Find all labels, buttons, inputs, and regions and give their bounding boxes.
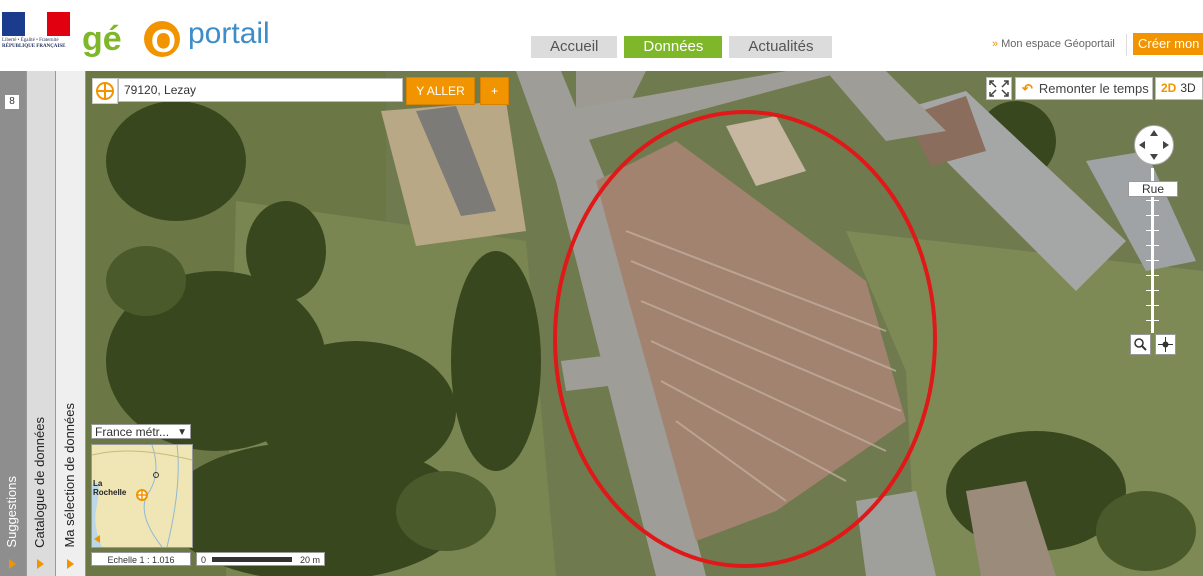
- logo-o: O: [151, 23, 176, 58]
- minimap-place-label: La: [93, 479, 103, 488]
- ma-selection-label: Ma sélection de données: [62, 403, 77, 548]
- mode-3d-button[interactable]: 3D: [1180, 81, 1195, 95]
- minimap-place-label: Rochelle: [93, 488, 127, 497]
- fullscreen-button[interactable]: [986, 77, 1012, 100]
- nav-accueil[interactable]: Accueil: [531, 36, 618, 58]
- geoportail-logo[interactable]: gé O portail: [82, 14, 302, 58]
- remonter-label: Remonter le temps: [1038, 81, 1149, 96]
- view-mode-switch: 2D 3D: [1155, 77, 1203, 100]
- header-divider: [1126, 34, 1127, 56]
- catalogue-label: Catalogue de données: [32, 417, 47, 548]
- nav-actualites[interactable]: Actualités: [729, 36, 833, 58]
- logo-portail: portail: [188, 17, 270, 50]
- nav-donnees[interactable]: Données: [624, 36, 723, 58]
- left-sidebar: 8 Suggestions Catalogue de données Ma sé…: [0, 71, 86, 576]
- main-nav: Accueil Données Actualités: [531, 36, 833, 58]
- triangle-right-icon: [67, 559, 74, 569]
- undo-icon: ↶: [1022, 81, 1033, 96]
- logo-ge: gé: [82, 20, 122, 58]
- overview-minimap[interactable]: La Rochelle: [91, 444, 193, 548]
- header: Liberté • Égalité • Fraternité RÉPUBLIQU…: [0, 0, 1203, 71]
- territory-select[interactable]: France métr... ▼: [91, 424, 191, 439]
- mode-2d-button[interactable]: 2D: [1161, 81, 1176, 95]
- republique-name: RÉPUBLIQUE FRANÇAISE: [2, 44, 66, 49]
- scale-start: 0: [201, 555, 207, 565]
- pan-control[interactable]: [1134, 125, 1174, 165]
- espace-arrow-icon: »: [992, 38, 999, 50]
- suggestions-label: Suggestions: [4, 476, 19, 548]
- aerial-imagery: [86, 71, 1203, 576]
- triangle-right-icon: [37, 559, 44, 569]
- map-view[interactable]: [86, 71, 1203, 576]
- suggestions-count-badge: 8: [5, 95, 19, 109]
- scale-bar: 0 20 m: [196, 552, 325, 566]
- go-button[interactable]: Y ALLER: [406, 77, 475, 105]
- creer-compte-button[interactable]: Créer mon: [1133, 33, 1203, 55]
- locate-icon[interactable]: [92, 78, 118, 104]
- crosshair-icon[interactable]: [1155, 334, 1176, 355]
- add-button[interactable]: +: [480, 77, 509, 105]
- suggestions-tab[interactable]: 8 Suggestions: [0, 71, 27, 576]
- mon-espace-link[interactable]: » Mon espace Géoportail: [992, 38, 1115, 50]
- mon-espace-label: Mon espace Géoportail: [1001, 38, 1115, 50]
- remonter-le-temps-button[interactable]: ↶ Remonter le temps: [1015, 77, 1153, 100]
- triangle-right-icon: [9, 559, 16, 569]
- pan-arrows-icon: [1139, 130, 1169, 160]
- zoom-level-label[interactable]: Rue: [1128, 181, 1178, 197]
- marianne-flag: [2, 12, 71, 36]
- chevron-down-icon: ▼: [177, 427, 187, 438]
- catalogue-tab[interactable]: Catalogue de données: [27, 71, 56, 576]
- territory-select-value: France métr...: [95, 425, 170, 439]
- scale-end: 20 m: [300, 555, 321, 565]
- location-search-input[interactable]: [118, 78, 403, 102]
- scale-ratio: Echelle 1 : 1.016: [91, 552, 191, 566]
- republique-francaise-logo[interactable]: Liberté • Égalité • Fraternité RÉPUBLIQU…: [2, 12, 71, 56]
- ma-selection-tab[interactable]: Ma sélection de données: [56, 71, 86, 576]
- fullscreen-icon: [989, 80, 1009, 97]
- magnifier-icon[interactable]: [1130, 334, 1151, 355]
